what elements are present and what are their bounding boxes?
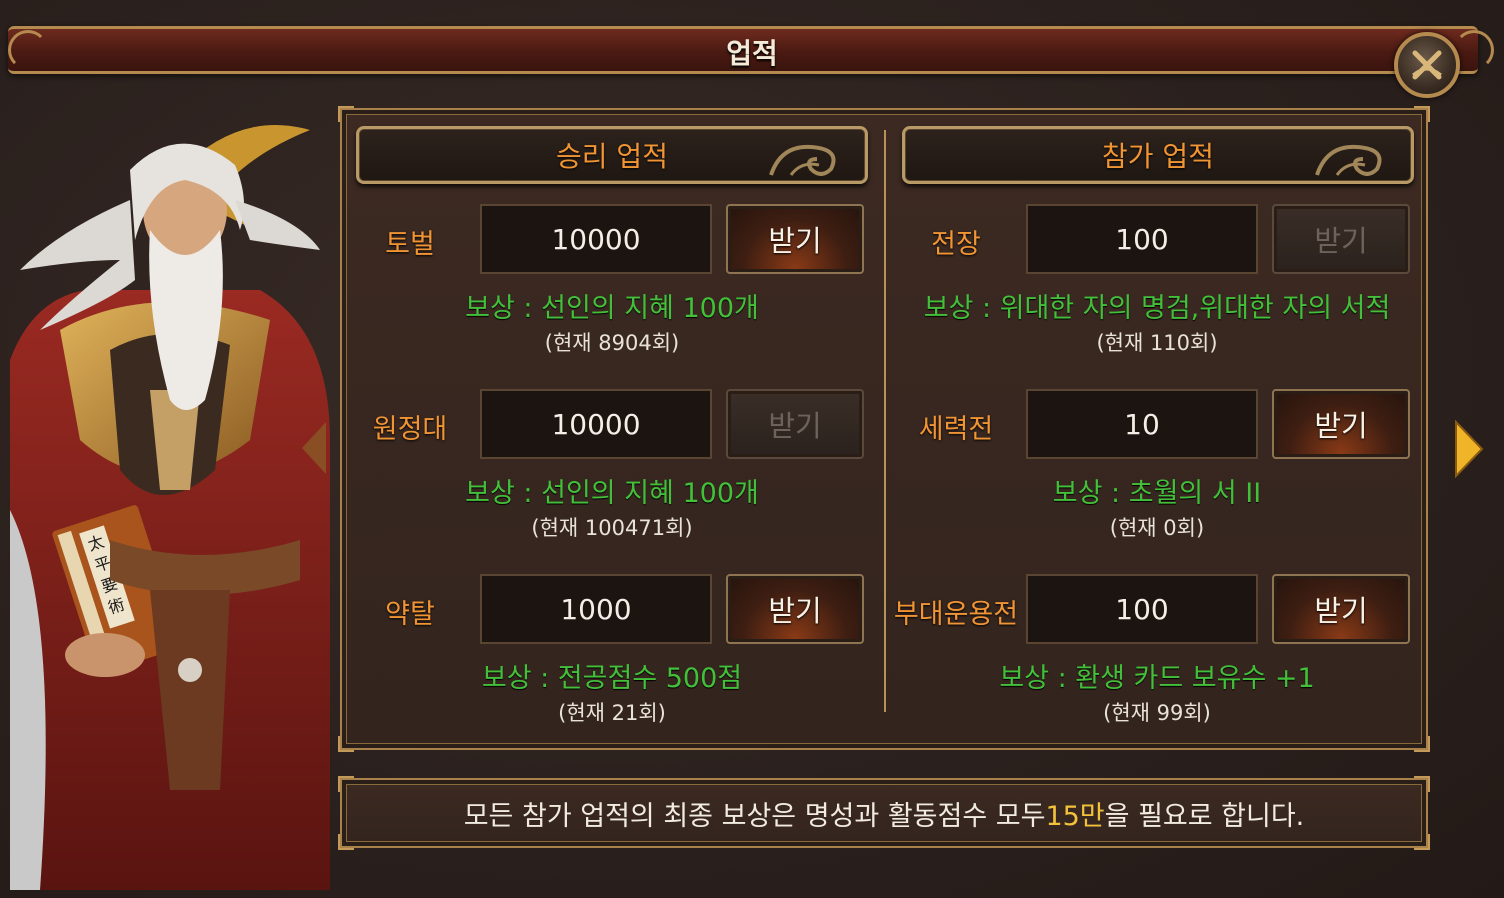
current-count: (현재 0회): [1109, 516, 1205, 540]
claim-button-battlefield[interactable]: 받기: [1272, 204, 1410, 274]
row-label-expedition: 원정대: [372, 414, 448, 445]
current-count: (현재 100471회): [531, 516, 693, 540]
arrow-right-icon[interactable]: [1452, 420, 1486, 478]
reward-text: 보상 : 초월의 서 II: [1052, 478, 1262, 509]
close-x-icon: [1412, 50, 1442, 80]
claim-button-expedition[interactable]: 받기: [726, 389, 864, 459]
current-count: (현재 8904회): [544, 331, 680, 355]
claim-button-plunder[interactable]: 받기: [726, 574, 864, 644]
current-count: (현재 21회): [558, 701, 666, 725]
row-label-unit-operation: 부대운용전: [893, 599, 1019, 630]
footer-text-before: 모든 참가 업적의 최종 보상은 명성과 활동점수 모두: [463, 800, 1046, 832]
panel-corner-ornament: [338, 834, 354, 850]
cloud-swirl-icon: [1315, 144, 1382, 176]
row-label-subjugation: 토벌: [385, 229, 435, 260]
panel-corner-ornament: [1414, 106, 1430, 122]
reward-text: 보상 : 위대한 자의 명검,위대한 자의 서적: [923, 293, 1391, 324]
panel-corner-ornament: [1414, 776, 1430, 792]
panel-corner-ornament: [1414, 834, 1430, 850]
row-label-battlefield: 전장: [931, 229, 981, 260]
target-value: 1000: [480, 574, 712, 644]
target-value: 10000: [480, 389, 712, 459]
row-label-plunder: 약탈: [385, 599, 435, 630]
current-count: (현재 99회): [1103, 701, 1211, 725]
claim-button-faction-war[interactable]: 받기: [1272, 389, 1410, 459]
target-value: 10000: [480, 204, 712, 274]
reward-text: 보상 : 환생 카드 보유수 +1: [999, 663, 1315, 694]
participation-achievement-header: 참가 업적: [902, 126, 1414, 184]
claim-button-unit-operation[interactable]: 받기: [1272, 574, 1410, 644]
header-label: 승리 업적: [556, 140, 668, 173]
sage-portrait: 太 平 要 術: [10, 125, 330, 890]
reward-text: 보상 : 선인의 지혜 100개: [465, 478, 759, 509]
victory-achievement-header: 승리 업적: [356, 126, 868, 184]
header-label: 참가 업적: [1102, 140, 1214, 173]
arrow-left-icon[interactable]: [298, 420, 328, 476]
close-button[interactable]: [1394, 32, 1460, 98]
reward-text: 보상 : 선인의 지혜 100개: [465, 293, 759, 324]
panel-corner-ornament: [338, 736, 354, 752]
row-label-faction-war: 세력전: [918, 414, 994, 445]
target-value: 100: [1026, 204, 1258, 274]
panel-corner-ornament: [338, 106, 354, 122]
panel-corner-ornament: [338, 776, 354, 792]
footer-highlight: 15만: [1045, 800, 1105, 832]
footer-notice: 모든 참가 업적의 최종 보상은 명성과 활동점수 모두 15만 을 필요로 합니…: [340, 778, 1428, 848]
target-value: 10: [1026, 389, 1258, 459]
cloud-swirl-icon: [769, 144, 836, 176]
reward-text: 보상 : 전공점수 500점: [481, 663, 743, 694]
current-count: (현재 110회): [1096, 331, 1218, 355]
page-title: 업적: [726, 37, 778, 70]
footer-text-after: 을 필요로 합니다.: [1104, 800, 1305, 832]
target-value: 100: [1026, 574, 1258, 644]
panel-corner-ornament: [1414, 736, 1430, 752]
claim-button-subjugation[interactable]: 받기: [726, 204, 864, 274]
